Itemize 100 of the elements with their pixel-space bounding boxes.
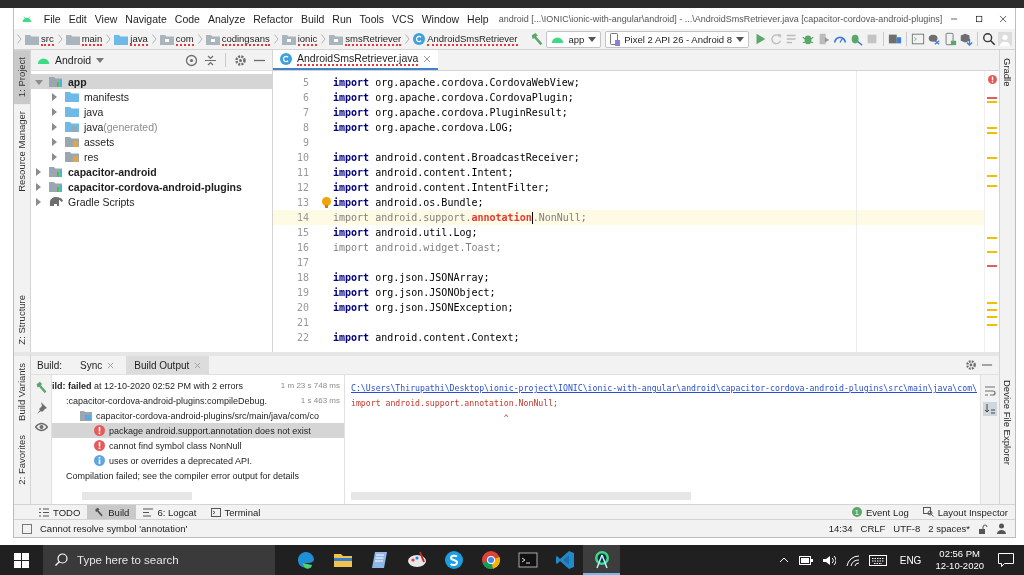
- duration-label: 1 s 463 ms: [300, 396, 340, 405]
- line-number: 22: [295, 332, 309, 343]
- tool-tab[interactable]: Terminal: [203, 505, 268, 519]
- code-line: import org.json.JSONException;: [333, 302, 514, 313]
- build-tree-item[interactable]: uses or overrides a deprecated API.: [52, 453, 344, 468]
- indent-setting[interactable]: 2 spaces*: [928, 523, 970, 534]
- line-number: 9: [301, 137, 309, 148]
- run-config-dropdown[interactable]: app: [546, 30, 602, 48]
- code-line: import android.content.Context;: [333, 332, 520, 343]
- breadcrumb[interactable]: AndroidSmsRetriever: [427, 32, 518, 46]
- menu-item[interactable]: View: [90, 12, 122, 25]
- breadcrumb[interactable]: java: [130, 32, 148, 46]
- tree-item[interactable]: res: [31, 149, 272, 164]
- menu-item[interactable]: Build: [296, 12, 329, 25]
- code-line: import org.apache.cordova.PluginResult;: [333, 107, 568, 118]
- line-number: 11: [295, 167, 309, 178]
- code-line: import android.content.IntentFilter;: [333, 182, 550, 193]
- tree-item[interactable]: assets: [31, 134, 272, 149]
- tool-tab[interactable]: Layout Inspector: [915, 505, 1015, 519]
- line-number: 14: [295, 212, 309, 223]
- device-dropdown[interactable]: Pixel 2 API 26 - Android 8: [605, 30, 749, 48]
- line-number: 17: [295, 257, 309, 268]
- editor-tab[interactable]: AndroidSmsRetriever.java: [273, 50, 439, 70]
- tree-item[interactable]: manifests: [31, 89, 272, 104]
- line-number: 20: [295, 302, 309, 313]
- menu-item[interactable]: Refactor: [249, 12, 297, 25]
- tree-item[interactable]: Gradle Scripts: [31, 194, 272, 209]
- console-line: ^: [502, 412, 509, 425]
- code-line: import android.util.Log;: [333, 227, 478, 238]
- breadcrumb[interactable]: com: [175, 32, 194, 46]
- duration-label: 1 m 23 s 748 ms: [280, 381, 340, 390]
- caret-position[interactable]: 14:34: [828, 523, 853, 534]
- clock[interactable]: 02:56 PM 12-10-2020: [935, 548, 984, 572]
- breadcrumb[interactable]: codingsans: [221, 32, 270, 46]
- input-language[interactable]: ENG: [899, 554, 922, 566]
- code-line: import org.apache.cordova.CordovaPlugin;: [333, 92, 574, 103]
- line-separator[interactable]: CRLF: [860, 523, 886, 534]
- menu-item[interactable]: Tools: [355, 12, 389, 25]
- line-number: 16: [295, 242, 309, 253]
- menu-item[interactable]: Navigate: [121, 12, 171, 25]
- line-number: 19: [295, 287, 309, 298]
- line-number: 12: [295, 182, 309, 193]
- code-line: import android.content.BroadcastReceiver;: [333, 152, 580, 163]
- tree-item[interactable]: app: [31, 74, 272, 89]
- tool-window-tab[interactable]: Device File Explorer: [1000, 372, 1015, 473]
- tool-window-tab[interactable]: 2: Favorites: [14, 427, 30, 492]
- menu-item[interactable]: Window: [417, 12, 464, 25]
- code-line: import android.os.Bundle;: [333, 197, 484, 208]
- build-tree-item[interactable]: :capacitor-cordova-android-plugins:compileDebug. 1 s 463 ms: [52, 393, 344, 408]
- menu-item[interactable]: File: [39, 12, 65, 25]
- line-number: 7: [301, 107, 309, 118]
- tool-window-tab[interactable]: Resource Manager: [14, 104, 30, 199]
- code-line: import android.support.annotation.NonNull;: [333, 211, 587, 224]
- line-number: 8: [301, 122, 309, 133]
- tool-window-tab[interactable]: 1: Project: [14, 50, 30, 105]
- tool-tab[interactable]: TODO: [32, 505, 88, 519]
- window-title: android [...\IONIC\ionic-with-angular\android] - ...\AndroidSmsRetriever.java [capacitor-cordova-android-plugins]: [498, 13, 943, 24]
- line-number: 13: [295, 197, 309, 208]
- menu-item[interactable]: Run: [328, 12, 356, 25]
- file-encoding[interactable]: UTF-8: [893, 523, 921, 534]
- menu-item[interactable]: Analyze: [203, 12, 250, 25]
- line-number: 21: [295, 317, 309, 328]
- tree-item[interactable]: capacitor-cordova-android-plugins: [31, 179, 272, 194]
- line-number: 15: [295, 227, 309, 238]
- code-line: import org.json.JSONArray;: [333, 272, 490, 283]
- tool-tab[interactable]: 6: Logcat: [136, 505, 204, 519]
- build-tree-item[interactable]: Compilation failed; see the compiler error output for details: [52, 468, 344, 483]
- tree-item[interactable]: java(generated): [31, 119, 272, 134]
- menu-item[interactable]: VCS: [388, 12, 418, 25]
- panel-tab[interactable]: Sync: [72, 356, 123, 374]
- build-tree-item[interactable]: cannot find symbol class NonNull: [52, 438, 344, 453]
- code-line: import org.apache.cordova.LOG;: [333, 122, 514, 133]
- code-line: import org.apache.cordova.CordovaWebView;: [333, 77, 580, 88]
- tree-item[interactable]: capacitor-android: [31, 164, 272, 179]
- breadcrumb[interactable]: src: [41, 32, 54, 46]
- tool-window-tab[interactable]: Z: Structure: [14, 288, 30, 352]
- menu-item[interactable]: Code: [170, 12, 204, 25]
- breadcrumb[interactable]: smsRetriever: [345, 32, 402, 46]
- build-tree-item[interactable]: capacitor-cordova-android-plugins/src/main/java/com/co: [52, 408, 344, 423]
- build-tree-item[interactable]: package android.support.annotation does not exist: [52, 423, 344, 438]
- console-line: import android.support.annotation.NonNull;: [351, 397, 559, 410]
- code-line: import android.content.Intent;: [333, 167, 514, 178]
- tool-tab[interactable]: Build: [87, 505, 137, 519]
- breadcrumb[interactable]: main: [81, 32, 103, 46]
- panel-tab[interactable]: Build Output: [126, 356, 210, 374]
- project-view-dropdown[interactable]: Android: [37, 54, 105, 66]
- breadcrumb[interactable]: ionic: [297, 32, 318, 46]
- panel-title: Build:: [37, 359, 62, 371]
- tree-item[interactable]: java: [31, 104, 272, 119]
- tool-window-tab[interactable]: Gradle: [1000, 50, 1015, 95]
- tool-window-tab[interactable]: Build Variants: [14, 356, 30, 428]
- code-line: import android.widget.Toast;: [333, 242, 502, 253]
- menu-item[interactable]: Edit: [64, 12, 91, 25]
- build-tree-item[interactable]: ild: failed at 12-10-2020 02:52 PM with 2 errors 1 m 23 s 748 ms: [52, 378, 344, 393]
- line-number: 18: [295, 272, 309, 283]
- menu-item[interactable]: Help: [463, 12, 493, 25]
- status-message: Cannot resolve symbol 'annotation': [40, 523, 188, 534]
- line-number: 5: [301, 77, 309, 88]
- file-path-link[interactable]: C:\Users\Thirupathi\Desktop\ionic-project\IONIC\ionic-with-angular\android\capacitor-cordova-android-plugins\src\main\java\com\: [351, 381, 978, 396]
- search-field[interactable]: Type here to search: [43, 545, 275, 575]
